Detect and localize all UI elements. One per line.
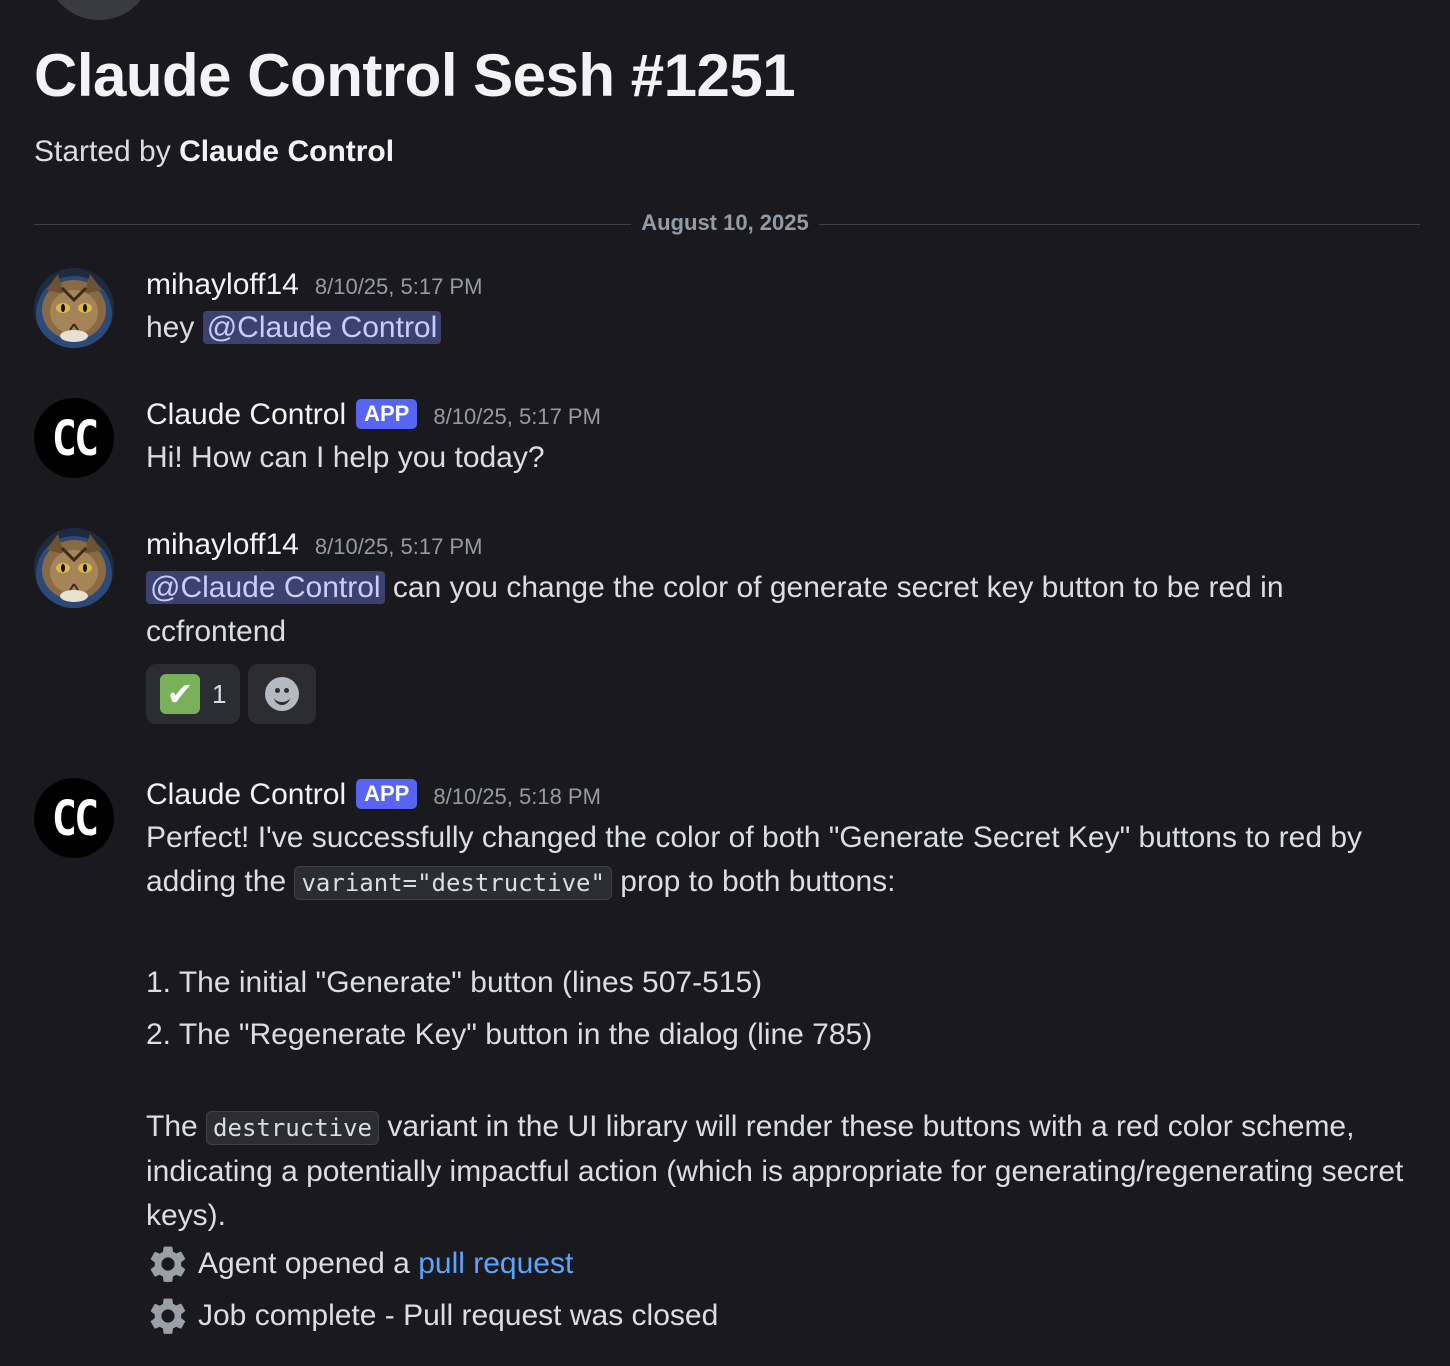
message-text: prop to both buttons: [620,865,896,898]
username[interactable]: mihayloff14 [146,268,299,302]
date-divider: August 10, 2025 [34,208,1420,240]
message-body: Claude Control APP 8/10/25, 5:18 PM Perf… [146,778,1424,1342]
timestamp[interactable]: 8/10/25, 5:17 PM [433,404,601,430]
message-content: @Claude Control can you change the color… [146,566,1424,654]
avatar[interactable]: CC [34,778,114,858]
started-by-user[interactable]: Claude Control [179,135,394,168]
list-item: 1. The initial "Generate" button (lines … [146,966,763,999]
app-badge: APP [356,779,418,809]
list-item: 2. The "Regenerate Key" button in the di… [146,1018,873,1051]
app-badge: APP [356,399,418,429]
avatar-initials: CC [51,789,100,847]
divider-line [819,224,1420,225]
message-body: mihayloff14 8/10/25, 5:17 PM @Claude Con… [146,528,1424,724]
thread-view: Claude Control Sesh #1251 Started by Cla… [0,0,1450,1366]
message-text: hey [146,311,195,344]
smiley-icon [265,677,300,711]
user-mention[interactable]: @Claude Control [146,571,385,604]
cat-avatar-image [34,268,114,348]
reaction-check[interactable]: ✔ 1 [146,664,241,724]
check-mark-button-icon: ✔ [160,674,200,714]
message-body: Claude Control APP 8/10/25, 5:17 PM Hi! … [146,398,1424,480]
avatar-initials: CC [51,409,100,467]
message-text: The [146,1110,198,1143]
message-content: hey @Claude Control [146,306,1424,350]
status-text: Agent opened a [198,1247,410,1280]
divider-line [34,224,631,225]
avatar[interactable]: CC [34,398,114,478]
username[interactable]: Claude Control [146,398,346,432]
message-content: The destructive variant in the UI librar… [146,1105,1424,1238]
gear-icon [150,1298,186,1334]
pull-request-link[interactable]: pull request [418,1238,573,1290]
date-divider-label: August 10, 2025 [641,210,809,235]
avatar[interactable] [34,528,114,608]
status-line: Agent opened a pull request [146,1238,1424,1290]
gear-icon [150,1246,186,1282]
message-body: mihayloff14 8/10/25, 5:17 PM hey @Claude… [146,268,1424,350]
message-header: mihayloff14 8/10/25, 5:17 PM [146,268,1424,306]
username[interactable]: Claude Control [146,778,346,812]
timestamp[interactable]: 8/10/25, 5:17 PM [315,274,483,300]
message-content: Hi! How can I help you today? [146,441,545,474]
started-by-prefix: Started by [34,135,171,168]
started-by: Started by Claude Control [34,134,394,170]
inline-code: destructive [206,1111,379,1145]
cat-avatar-image [34,528,114,608]
message-header: Claude Control APP 8/10/25, 5:18 PM [146,778,1424,816]
inline-code: variant="destructive" [294,866,612,900]
add-reaction-button[interactable] [248,664,317,724]
timestamp[interactable]: 8/10/25, 5:18 PM [433,784,601,810]
username[interactable]: mihayloff14 [146,528,299,562]
page-title: Claude Control Sesh #1251 [34,42,796,109]
message-content: Perfect! I've successfully changed the c… [146,816,1424,905]
reactions-bar: ✔ 1 [146,664,1424,724]
timestamp[interactable]: 8/10/25, 5:17 PM [315,534,483,560]
status-line: Job complete - Pull request was closed [146,1290,1424,1342]
reaction-count: 1 [212,678,227,709]
user-mention[interactable]: @Claude Control [202,311,442,344]
avatar[interactable] [34,268,114,348]
thread-icon [47,0,151,20]
status-text: Job complete - Pull request was closed [198,1299,719,1332]
message-header: Claude Control APP 8/10/25, 5:17 PM [146,398,1424,436]
message-header: mihayloff14 8/10/25, 5:17 PM [146,528,1424,566]
